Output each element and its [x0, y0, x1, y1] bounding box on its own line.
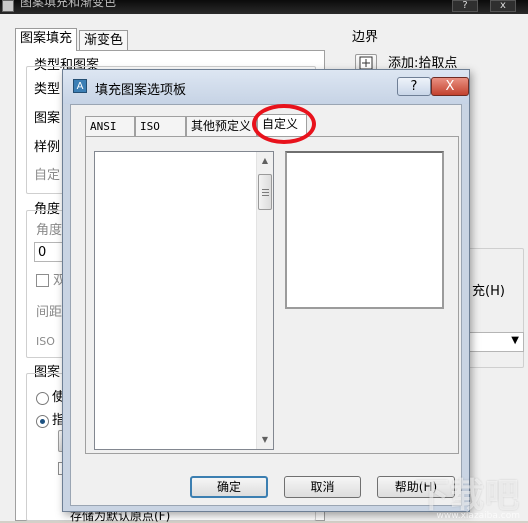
- watermark-url: www.xiazaiba.com: [436, 511, 520, 521]
- watermark-logo: 下载吧: [415, 476, 520, 516]
- autocad-app-icon: A: [73, 79, 87, 93]
- spacing-label: 间距: [36, 305, 63, 320]
- angle-combo[interactable]: 0: [34, 242, 64, 262]
- palette-title: 填充图案选项板: [95, 83, 187, 98]
- boundaries-section-title: 边界: [352, 30, 379, 45]
- tab-iso[interactable]: ISO: [135, 116, 186, 136]
- iso-pen-width-label: ISO: [36, 335, 55, 348]
- tab-ansi[interactable]: ANSI: [85, 116, 135, 136]
- pattern-preview: [285, 151, 444, 309]
- palette-titlebar: A 填充图案选项板 ? X: [63, 70, 469, 104]
- chevron-down-icon: ▼: [511, 335, 519, 346]
- hatch-pattern-palette-dialog: A 填充图案选项板 ? X ANSI ISO 其他预定义 自定义 ▲ ▼ 确定 …: [62, 69, 470, 512]
- pattern-label: 图案: [34, 111, 61, 126]
- sample-label: 样例: [34, 140, 61, 155]
- custom-pattern-list[interactable]: ▲ ▼: [94, 151, 274, 450]
- scroll-up-icon[interactable]: ▲: [257, 152, 273, 169]
- tab-other-predefined[interactable]: 其他预定义: [186, 116, 257, 136]
- scroll-down-icon[interactable]: ▼: [257, 431, 273, 448]
- tab-hatch[interactable]: 图案填充: [15, 28, 78, 51]
- tab-gradient[interactable]: 渐变色: [79, 30, 129, 51]
- parent-titlebar: 图案填充和渐变色 ? x: [0, 0, 528, 14]
- angle-label: 角度: [36, 223, 63, 238]
- use-current-origin-radio[interactable]: [36, 392, 49, 405]
- specified-origin-radio[interactable]: [36, 415, 49, 428]
- ok-button[interactable]: 确定: [190, 476, 268, 498]
- app-icon: [2, 0, 14, 12]
- grip-line: [262, 195, 269, 196]
- tab-custom[interactable]: 自定义: [257, 114, 307, 137]
- pattern-list-scrollbar[interactable]: ▲ ▼: [256, 152, 273, 449]
- grip-line: [262, 192, 269, 193]
- draw-order-combo[interactable]: ▼: [464, 332, 524, 352]
- grip-line: [262, 189, 269, 190]
- scroll-thumb[interactable]: [258, 174, 272, 210]
- custom-pattern-label: 自定: [34, 168, 61, 183]
- angle-value: 0: [38, 245, 47, 260]
- palette-help-title-button[interactable]: ?: [397, 77, 431, 96]
- parent-close-button[interactable]: x: [490, 0, 516, 12]
- parent-help-button[interactable]: ?: [452, 0, 478, 12]
- type-label: 类型: [34, 82, 61, 97]
- cancel-button[interactable]: 取消: [284, 476, 361, 498]
- separate-hatches-label: 充(H): [472, 284, 505, 299]
- double-checkbox[interactable]: [36, 274, 49, 287]
- parent-title: 图案填充和渐变色: [20, 0, 117, 9]
- palette-close-button[interactable]: X: [431, 77, 469, 96]
